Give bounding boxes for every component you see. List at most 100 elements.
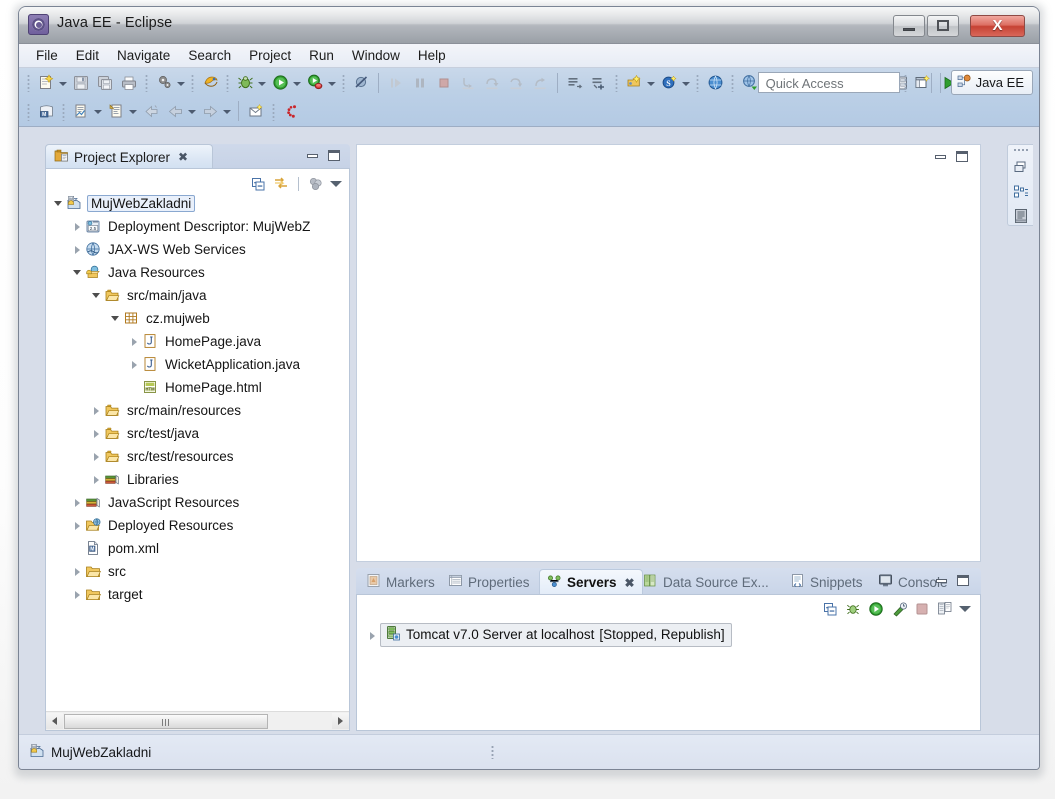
debug-dropdown-icon[interactable] [255, 72, 268, 94]
tab-markers[interactable]: Markers [364, 570, 437, 594]
minimize-icon[interactable] [936, 579, 947, 583]
close-icon[interactable]: ✖ [625, 577, 635, 589]
task-list-icon[interactable] [1011, 206, 1031, 225]
tree-item[interactable]: 2.5Deployment Descriptor: MujWebZ [46, 215, 349, 238]
build-icon[interactable] [153, 72, 175, 94]
expand-twisty-icon[interactable] [71, 491, 85, 514]
perspective-tab-java-ee[interactable]: Java EE [951, 70, 1033, 95]
tree-item[interactable]: target [46, 583, 349, 606]
stack-grip[interactable] [1013, 148, 1029, 153]
new-jsp-icon[interactable] [70, 100, 92, 122]
tab-snippets[interactable]: Snippets [788, 570, 865, 594]
server-entry[interactable]: Tomcat v7.0 Server at localhost [Stopped… [380, 623, 732, 647]
server-list-row[interactable]: Tomcat v7.0 Server at localhost [Stopped… [366, 624, 732, 646]
collapse-twisty-icon[interactable] [109, 307, 123, 330]
run-server-icon[interactable] [304, 72, 326, 94]
publish-icon[interactable] [936, 600, 954, 618]
step-return-icon[interactable] [505, 72, 527, 94]
maximize-icon[interactable] [957, 575, 969, 586]
run-dropdown-icon[interactable] [290, 72, 303, 94]
project-tree-horizontal-scrollbar[interactable] [46, 711, 349, 730]
tree-item[interactable]: JavaScript Resources [46, 491, 349, 514]
skip-breakpoints-icon[interactable] [350, 72, 372, 94]
step-into-icon[interactable] [457, 72, 479, 94]
toolbar-grip[interactable] [729, 73, 736, 92]
maximize-icon[interactable] [328, 150, 340, 161]
menu-file[interactable]: File [27, 46, 67, 65]
open-type-dropdown-icon[interactable] [679, 72, 692, 94]
new-ejb-icon[interactable] [199, 72, 221, 94]
maven-icon[interactable]: M [35, 100, 57, 122]
tree-item[interactable]: cz.mujweb [46, 307, 349, 330]
toolbar-grip[interactable] [613, 73, 620, 92]
view-menu-icon[interactable] [330, 181, 342, 187]
collapse-twisty-icon[interactable] [71, 261, 85, 284]
scroll-left-icon[interactable] [46, 713, 63, 729]
stop-server-icon[interactable] [913, 600, 931, 618]
tree-item[interactable]: src/main/resources [46, 399, 349, 422]
toolbar-grip[interactable] [694, 73, 701, 92]
debug-server-icon[interactable] [844, 600, 862, 618]
menu-search[interactable]: Search [179, 46, 240, 65]
menu-project[interactable]: Project [240, 46, 300, 65]
maximize-button[interactable] [927, 15, 959, 37]
perspective-grip[interactable] [902, 73, 909, 92]
run-icon[interactable] [269, 72, 291, 94]
toolbar-grip[interactable] [340, 73, 347, 92]
menu-window[interactable]: Window [343, 46, 409, 65]
toolbar-grip[interactable] [25, 102, 32, 121]
tree-item[interactable]: HomePage.java [46, 330, 349, 353]
print-icon[interactable] [118, 72, 140, 94]
start-server-icon[interactable] [867, 600, 885, 618]
new-package-dropdown-icon[interactable] [644, 72, 657, 94]
tab-project-explorer[interactable]: Project Explorer ✖ [45, 144, 213, 169]
link-with-editor-icon[interactable] [272, 175, 290, 193]
expand-twisty-icon[interactable] [90, 445, 104, 468]
step-over-icon[interactable] [481, 72, 503, 94]
expand-twisty-icon[interactable] [90, 468, 104, 491]
tree-item[interactable]: MMujWebZakladni [46, 192, 349, 215]
open-perspective-icon[interactable] [912, 72, 934, 94]
expand-twisty-icon[interactable] [71, 583, 85, 606]
minimize-button[interactable] [893, 15, 925, 37]
menu-help[interactable]: Help [409, 46, 455, 65]
tree-item[interactable]: Mpom.xml [46, 537, 349, 560]
new-servlet-icon[interactable] [105, 100, 127, 122]
minimize-icon[interactable] [935, 155, 946, 159]
back-icon[interactable] [140, 100, 162, 122]
drop-to-frame-icon[interactable] [529, 72, 551, 94]
tree-item[interactable]: src/test/java [46, 422, 349, 445]
tree-item[interactable]: Java Resources [46, 261, 349, 284]
new-email-icon[interactable] [245, 100, 267, 122]
menu-edit[interactable]: Edit [67, 46, 108, 65]
maximize-icon[interactable] [956, 151, 968, 162]
status-bar-grip[interactable] [491, 745, 494, 759]
expand-twisty-icon[interactable] [90, 422, 104, 445]
tree-item[interactable]: WicketApplication.java [46, 353, 349, 376]
tree-item[interactable]: Deployed Resources [46, 514, 349, 537]
toolbar-grip[interactable] [189, 73, 196, 92]
resume-icon[interactable] [385, 72, 407, 94]
tab-data-source-explorer[interactable]: Data Source Ex... [641, 570, 771, 594]
new-java-class-icon[interactable] [588, 72, 610, 94]
suspend-icon[interactable] [409, 72, 431, 94]
tree-item[interactable]: src/main/java [46, 284, 349, 307]
save-icon[interactable] [70, 72, 92, 94]
collapse-twisty-icon[interactable] [90, 284, 104, 307]
start-profiling-icon[interactable] [890, 600, 908, 618]
tree-item[interactable]: JAX-WS Web Services [46, 238, 349, 261]
tree-item[interactable]: HTMHomePage.html [46, 376, 349, 399]
toolbar-grip[interactable] [143, 73, 150, 92]
restore-icon[interactable] [1011, 158, 1031, 177]
open-type-icon[interactable]: S [658, 72, 680, 94]
toolbar-grip[interactable] [60, 102, 67, 121]
wicket-icon[interactable] [280, 100, 302, 122]
open-task-icon[interactable] [564, 72, 586, 94]
close-button[interactable]: X [970, 15, 1025, 37]
save-all-icon[interactable] [94, 72, 116, 94]
collapse-all-icon[interactable] [821, 600, 839, 618]
new-jsp-dropdown-icon[interactable] [91, 100, 104, 122]
tab-properties[interactable]: Properties [446, 570, 532, 594]
new-wizard-dropdown-icon[interactable] [56, 72, 69, 94]
forward-dropdown-icon[interactable] [220, 100, 233, 122]
